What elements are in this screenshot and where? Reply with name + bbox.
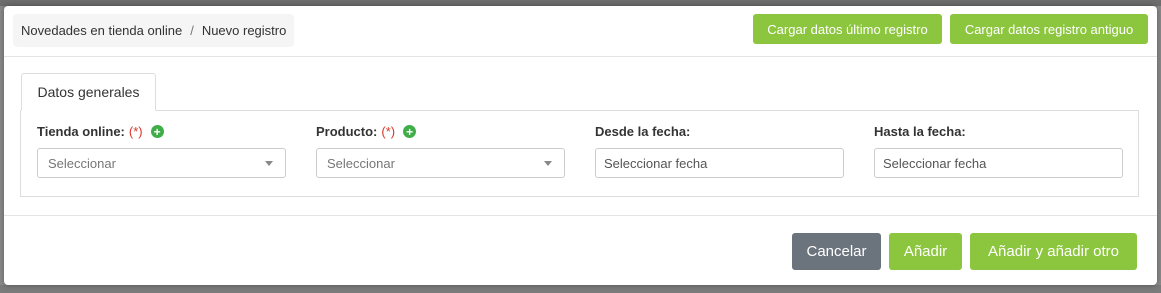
new-record-modal: Novedades en tienda online / Nuevo regis… — [4, 6, 1157, 285]
producto-select-placeholder: Seleccionar — [327, 155, 395, 171]
desde-date-placeholder: Seleccionar fecha — [604, 155, 708, 171]
required-marker: (*) — [381, 124, 396, 139]
load-old-record-button[interactable]: Cargar datos registro antiguo — [950, 14, 1148, 44]
tienda-label-row: Tienda online: (*) + — [37, 124, 164, 139]
add-and-add-another-button[interactable]: Añadir y añadir otro — [970, 233, 1137, 270]
tienda-label: Tienda online: — [37, 124, 125, 139]
producto-select[interactable]: Seleccionar — [316, 148, 565, 178]
breadcrumb: Novedades en tienda online / Nuevo regis… — [13, 14, 295, 47]
breadcrumb-current: Nuevo registro — [201, 23, 287, 38]
tab-datos-generales[interactable]: Datos generales — [21, 73, 156, 111]
desde-date-input[interactable]: Seleccionar fecha — [595, 148, 844, 178]
background-table-row — [0, 285, 1161, 293]
chevron-down-icon — [544, 161, 552, 166]
hasta-label: Hasta la fecha: — [874, 124, 966, 139]
tienda-select-placeholder: Seleccionar — [48, 155, 116, 171]
add-producto-icon[interactable]: + — [403, 125, 417, 138]
required-marker: (*) — [128, 124, 143, 139]
breadcrumb-separator: / — [190, 23, 194, 38]
breadcrumb-parent[interactable]: Novedades en tienda online — [21, 23, 182, 38]
tienda-select[interactable]: Seleccionar — [37, 148, 286, 178]
footer-divider — [4, 215, 1157, 216]
hasta-date-placeholder: Seleccionar fecha — [883, 155, 987, 171]
cancel-button[interactable]: Cancelar — [792, 233, 881, 270]
add-button[interactable]: Añadir — [889, 233, 962, 270]
desde-label-row: Desde la fecha: — [595, 124, 690, 139]
desde-label: Desde la fecha: — [595, 124, 691, 139]
producto-label-row: Producto: (*) + — [316, 124, 417, 139]
load-last-record-button[interactable]: Cargar datos último registro — [753, 14, 942, 44]
hasta-label-row: Hasta la fecha: — [874, 124, 966, 139]
chevron-down-icon — [265, 161, 273, 166]
hasta-date-input[interactable]: Seleccionar fecha — [874, 148, 1123, 178]
add-tienda-icon[interactable]: + — [150, 125, 164, 138]
modal-header: Novedades en tienda online / Nuevo regis… — [4, 6, 1157, 57]
producto-label: Producto: — [316, 124, 378, 139]
